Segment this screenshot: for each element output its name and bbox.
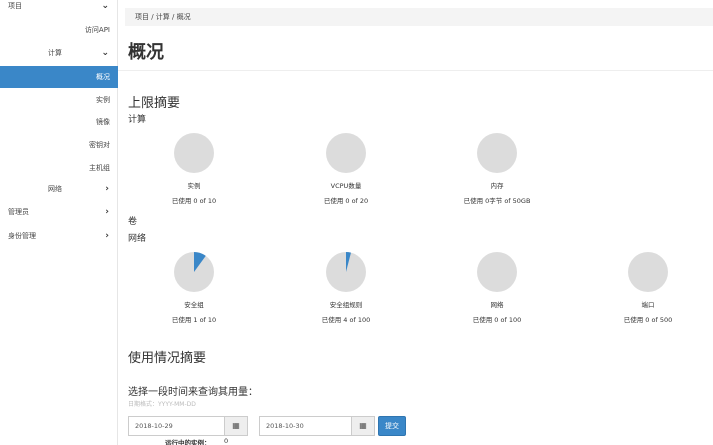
pie-chart — [477, 252, 517, 292]
network-label: 网络 — [128, 234, 147, 244]
sidebar-item-label: 镜像 — [96, 118, 110, 126]
chevron-right-icon: › — [105, 231, 109, 241]
pie-background — [477, 252, 517, 292]
sidebar-item-instances[interactable]: 实例 — [0, 89, 118, 111]
chevron-right-icon: › — [105, 207, 109, 217]
pie-chart — [477, 133, 517, 173]
sidebar-item-label: 项目 — [8, 2, 22, 10]
end-date-input[interactable]: 2018-10-30 — [259, 416, 359, 436]
running-instances-value: 0 — [224, 437, 229, 445]
pie-block: VCPU数量 已使用 0 of 20 — [286, 132, 406, 205]
sidebar-item-compute[interactable]: 计算 ⌄ — [0, 42, 118, 64]
sidebar-item-admin[interactable]: 管理员 › — [0, 201, 118, 223]
calendar-icon[interactable]: ▦ — [224, 416, 248, 436]
pie-label: 网络 — [490, 301, 504, 309]
main-content: 项目 / 计算 / 概况 概况 上限摘要 计算 实例已使用 0 of 10 VCP… — [118, 0, 713, 445]
pie-block: 内存已使用 0字节 of 50GB — [437, 132, 557, 205]
sidebar-item-project[interactable]: 项目 ⌄ — [0, 0, 118, 17]
chevron-down-icon: ⌄ — [101, 1, 109, 11]
date-format-hint: 日期格式：YYYY-MM-DD — [128, 401, 196, 408]
pie-label: 内存 — [490, 182, 504, 190]
pie-block: 安全组已使用 1 of 10 — [134, 251, 254, 324]
pie-background — [326, 133, 366, 173]
sidebar-item-label: 管理员 — [8, 208, 29, 216]
sidebar-item-network[interactable]: 网络 › — [0, 178, 118, 200]
breadcrumb[interactable]: 项目 / 计算 / 概况 — [125, 8, 713, 26]
sidebar: 项目 ⌄ 访问API 计算 ⌄ 概况 实例 镜像 密钥对 主机组 网络 › 管理… — [0, 0, 118, 445]
pie-label: 安全组 — [184, 301, 204, 309]
pie-usage-text: 已使用 0字节 of 50GB — [463, 197, 531, 205]
sidebar-item-identity[interactable]: 身份管理 › — [0, 225, 118, 247]
sidebar-item-label: 实例 — [96, 96, 110, 104]
sidebar-item-label: 主机组 — [89, 164, 110, 172]
sidebar-item-label: 密钥对 — [89, 141, 110, 149]
pie-background — [477, 133, 517, 173]
pie-block: 安全组规则已使用 4 of 100 — [286, 251, 406, 324]
pie-usage-text: 已使用 0 of 100 — [472, 316, 522, 324]
pie-block: 端口已使用 0 of 500 — [588, 251, 708, 324]
pie-block: 实例已使用 0 of 10 — [134, 132, 254, 205]
query-label: 选择一段时间来查询其用量： — [128, 387, 258, 398]
pie-usage-text: 已使用 1 of 10 — [171, 316, 217, 324]
pie-usage-text: 已使用 0 of 500 — [623, 316, 673, 324]
pie-usage-text: 已使用 4 of 100 — [321, 316, 371, 324]
volume-label: 卷 — [128, 217, 138, 227]
pie-label: 实例 — [187, 182, 201, 190]
chevron-right-icon: › — [105, 184, 109, 194]
sidebar-item-access-api[interactable]: 访问API — [0, 19, 118, 41]
pie-chart — [628, 252, 668, 292]
submit-button[interactable]: 提交 — [378, 416, 406, 436]
calendar-icon[interactable]: ▦ — [351, 416, 375, 436]
pie-label: VCPU数量 — [330, 182, 362, 190]
sidebar-item-label: 身份管理 — [8, 232, 36, 240]
sidebar-item-label: 访问API — [84, 26, 110, 34]
pie-background — [628, 252, 668, 292]
pie-block: 网络已使用 0 of 100 — [437, 251, 557, 324]
pie-chart — [174, 133, 214, 173]
sidebar-item-overview[interactable]: 概况 — [0, 66, 118, 88]
divider — [118, 70, 713, 71]
usage-summary-heading: 使用情况摘要 — [128, 351, 207, 366]
pie-chart — [326, 252, 366, 292]
chevron-down-icon: ⌄ — [101, 48, 109, 58]
sidebar-item-keypairs[interactable]: 密钥对 — [0, 134, 118, 156]
pie-usage-text: 已使用 0 of 10 — [171, 197, 217, 205]
pie-chart — [174, 252, 214, 292]
pie-usage-text: 已使用 0 of 20 — [323, 197, 369, 205]
sidebar-item-host-aggregates[interactable]: 主机组 — [0, 157, 118, 179]
pie-label: 安全组规则 — [329, 301, 363, 309]
sidebar-item-label: 网络 — [48, 185, 62, 193]
sidebar-item-label: 计算 — [48, 49, 62, 57]
start-date-input[interactable]: 2018-10-29 — [128, 416, 228, 436]
compute-label: 计算 — [128, 115, 147, 125]
pie-background — [174, 133, 214, 173]
sidebar-item-images[interactable]: 镜像 — [0, 111, 118, 133]
sidebar-item-label: 概况 — [96, 73, 110, 81]
pie-chart — [326, 133, 366, 173]
running-instances-label: 运行中的实例： — [165, 439, 211, 445]
pie-label: 端口 — [641, 301, 655, 309]
page-title: 概况 — [128, 42, 164, 63]
limit-summary-heading: 上限摘要 — [128, 96, 181, 111]
